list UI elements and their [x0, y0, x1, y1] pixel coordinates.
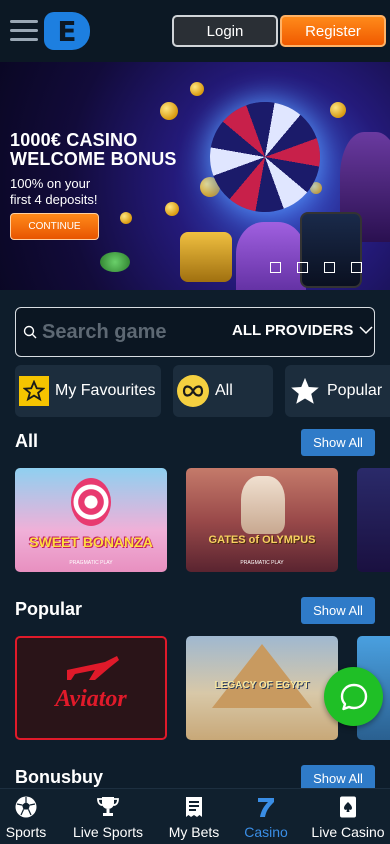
roulette-wheel-image [194, 86, 336, 228]
category-my-favourites[interactable]: My Favourites [15, 365, 161, 417]
nav-item-live-sports[interactable]: Live Sports [66, 789, 150, 844]
chat-button[interactable] [324, 667, 383, 726]
bet-slip-icon [182, 795, 206, 819]
show-all-button[interactable]: Show All [301, 597, 375, 624]
carousel-dot[interactable] [270, 262, 281, 273]
bottom-navigation: Sports Live Sports My Bets Casino Live C… [0, 788, 390, 844]
section-title-bonusbuy: Bonusbuy [15, 767, 103, 787]
register-button[interactable]: Register [280, 15, 386, 47]
carousel-dot[interactable] [324, 262, 335, 273]
category-popular[interactable]: Popular [285, 365, 390, 417]
section-title-all: All [15, 431, 39, 451]
nav-item-sports[interactable]: Sports [0, 789, 52, 844]
banner-subtitle: 100% on your first 4 deposits! [10, 176, 98, 207]
slot-seven-icon [254, 795, 278, 819]
zeus-image [241, 476, 285, 534]
lollipop-image [71, 478, 111, 526]
game-tile-aviator[interactable]: Aviator [15, 636, 167, 740]
game-tile-sweet-bonanza[interactable]: SWEET BONANZA PRAGMATIC PLAY [15, 468, 167, 572]
game-title: GATES of OLYMPUS [208, 534, 316, 546]
game-title: SWEET BONANZA [29, 534, 153, 550]
nav-item-live-casino[interactable]: Live Casino [306, 789, 390, 844]
star-icon [19, 376, 49, 406]
carousel-dot[interactable] [351, 262, 362, 273]
chevron-down-icon [359, 326, 373, 335]
robot-image [180, 232, 232, 282]
chat-bubble-icon [340, 683, 367, 710]
game-title: LEGACY OF EGYPT [214, 680, 310, 691]
promo-banner[interactable]: 1000€ CASINO WELCOME BONUS 100% on your … [0, 62, 390, 290]
nav-item-casino[interactable]: Casino [238, 789, 294, 844]
game-tile-gates-of-olympus[interactable]: GATES of OLYMPUS PRAGMATIC PLAY [186, 468, 338, 572]
search-input[interactable] [42, 318, 222, 346]
game-provider: PRAGMATIC PLAY [240, 560, 284, 566]
game-tile-partial[interactable] [357, 468, 390, 572]
phone-image [300, 212, 362, 288]
game-provider: PRAGMATIC PLAY [69, 560, 113, 566]
playing-card-icon [336, 795, 360, 819]
continue-button[interactable]: CONTINUE [10, 213, 99, 240]
providers-label: ALL PROVIDERS [232, 322, 354, 339]
banner-title: 1000€ CASINO WELCOME BONUS [10, 130, 177, 169]
category-all[interactable]: All [173, 365, 273, 417]
game-tile-legacy-of-egypt[interactable]: LEGACY OF EGYPT [186, 636, 338, 740]
providers-dropdown[interactable]: ALL PROVIDERS [232, 322, 373, 339]
pyramid-image [212, 644, 312, 708]
star-icon [289, 375, 321, 407]
top-header: E Login Register [0, 0, 390, 62]
trophy-icon [96, 795, 120, 819]
game-title: Aviator [55, 686, 127, 712]
brand-logo-icon[interactable]: E [44, 12, 90, 50]
nav-item-my-bets[interactable]: My Bets [162, 789, 226, 844]
search-icon [23, 325, 37, 339]
hamburger-icon[interactable] [10, 20, 38, 42]
category-chips: My Favourites All Popular [15, 365, 390, 417]
show-all-button[interactable]: Show All [301, 429, 375, 456]
section-title-popular: Popular [15, 599, 83, 619]
wizard-image [236, 222, 306, 290]
login-button[interactable]: Login [172, 15, 278, 47]
search-bar: ALL PROVIDERS [15, 307, 375, 357]
airplane-icon [67, 656, 119, 680]
carousel-dot[interactable] [297, 262, 308, 273]
infinity-icon [177, 375, 209, 407]
carousel-indicators [270, 262, 362, 273]
soccer-ball-icon [14, 795, 38, 819]
